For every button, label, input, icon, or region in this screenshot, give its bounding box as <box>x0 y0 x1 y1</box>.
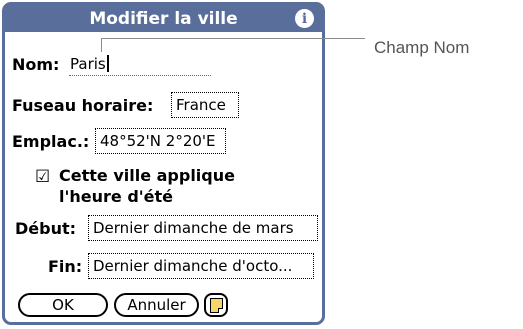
callout-label: Champ Nom <box>374 38 470 57</box>
note-icon <box>209 297 223 313</box>
end-value: Dernier dimanche d'octo... <box>93 257 293 275</box>
dst-label-line2: l'heure d'été <box>59 187 174 206</box>
location-label: Emplac.: <box>12 132 90 151</box>
location-selector[interactable]: 48°52'N 2°20'E <box>95 128 226 154</box>
name-field[interactable]: Paris <box>69 54 211 76</box>
location-value: 48°52'N 2°20'E <box>100 132 216 150</box>
start-label: Début: <box>15 219 77 238</box>
end-selector[interactable]: Dernier dimanche d'octo... <box>88 253 314 279</box>
timezone-label: Fuseau horaire: <box>12 96 154 115</box>
end-label: Fin: <box>48 257 83 276</box>
timezone-value: France <box>176 96 226 114</box>
cancel-button[interactable]: Annuler <box>114 293 199 317</box>
dialog-title-bar: Modifier la ville i <box>5 5 322 32</box>
checkbox-checked-icon[interactable]: ☑ <box>35 167 50 187</box>
name-label: Nom: <box>12 55 60 74</box>
name-value: Paris <box>70 55 106 73</box>
start-value: Dernier dimanche de mars <box>93 219 294 237</box>
note-button[interactable] <box>204 293 228 317</box>
callout-line-horizontal <box>101 38 365 39</box>
info-icon[interactable]: i <box>295 9 314 28</box>
timezone-selector[interactable]: France <box>171 92 239 118</box>
info-glyph: i <box>301 10 308 27</box>
ok-button[interactable]: OK <box>18 293 108 317</box>
cancel-button-label: Annuler <box>127 296 186 314</box>
callout-line-vertical <box>101 38 102 52</box>
dst-label-line1: Cette ville applique <box>59 166 235 185</box>
ok-button-label: OK <box>52 296 74 314</box>
start-selector[interactable]: Dernier dimanche de mars <box>88 215 318 241</box>
dialog-title: Modifier la ville <box>89 8 238 29</box>
edit-city-dialog: Modifier la ville i Nom: Paris Fuseau ho… <box>2 2 325 325</box>
text-cursor <box>106 55 109 72</box>
dst-label: Cette ville applique l'heure d'été <box>59 165 235 207</box>
